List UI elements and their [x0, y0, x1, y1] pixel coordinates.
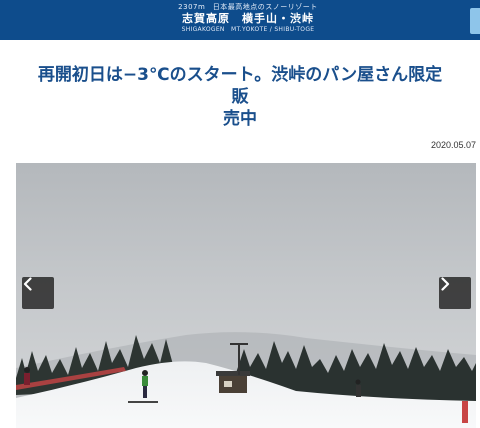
site-logo[interactable]: 2307m 日本最高地点のスノーリゾート 志賀高原 横手山・渋峠 SHIGAKO…	[168, 3, 328, 37]
slider-prev-button[interactable]	[22, 277, 54, 309]
side-menu-tab[interactable]	[470, 8, 480, 34]
photo-slider	[16, 163, 476, 428]
logo-brand: 志賀高原 横手山・渋峠	[182, 12, 314, 25]
slider-next-button[interactable]	[439, 277, 471, 309]
site-header: 2307m 日本最高地点のスノーリゾート 志賀高原 横手山・渋峠 SHIGAKO…	[0, 0, 480, 40]
chevron-left-icon	[23, 277, 32, 291]
ski-slope-photo	[16, 163, 476, 428]
article-date: 2020.05.07	[430, 140, 476, 150]
chevron-right-icon	[441, 277, 450, 291]
article-title: 再開初日は−3℃のスタート。渋峠のパン屋さん限定販 売中	[30, 64, 450, 130]
article-title-line1: 再開初日は−3℃のスタート。渋峠のパン屋さん限定販	[37, 65, 443, 107]
logo-brand-en: SHIGAKOGEN MT.YOKOTE / SHIBU-TOGE	[181, 26, 315, 33]
article-title-line2: 売中	[223, 109, 257, 129]
logo-tagline: 2307m 日本最高地点のスノーリゾート	[178, 3, 318, 11]
